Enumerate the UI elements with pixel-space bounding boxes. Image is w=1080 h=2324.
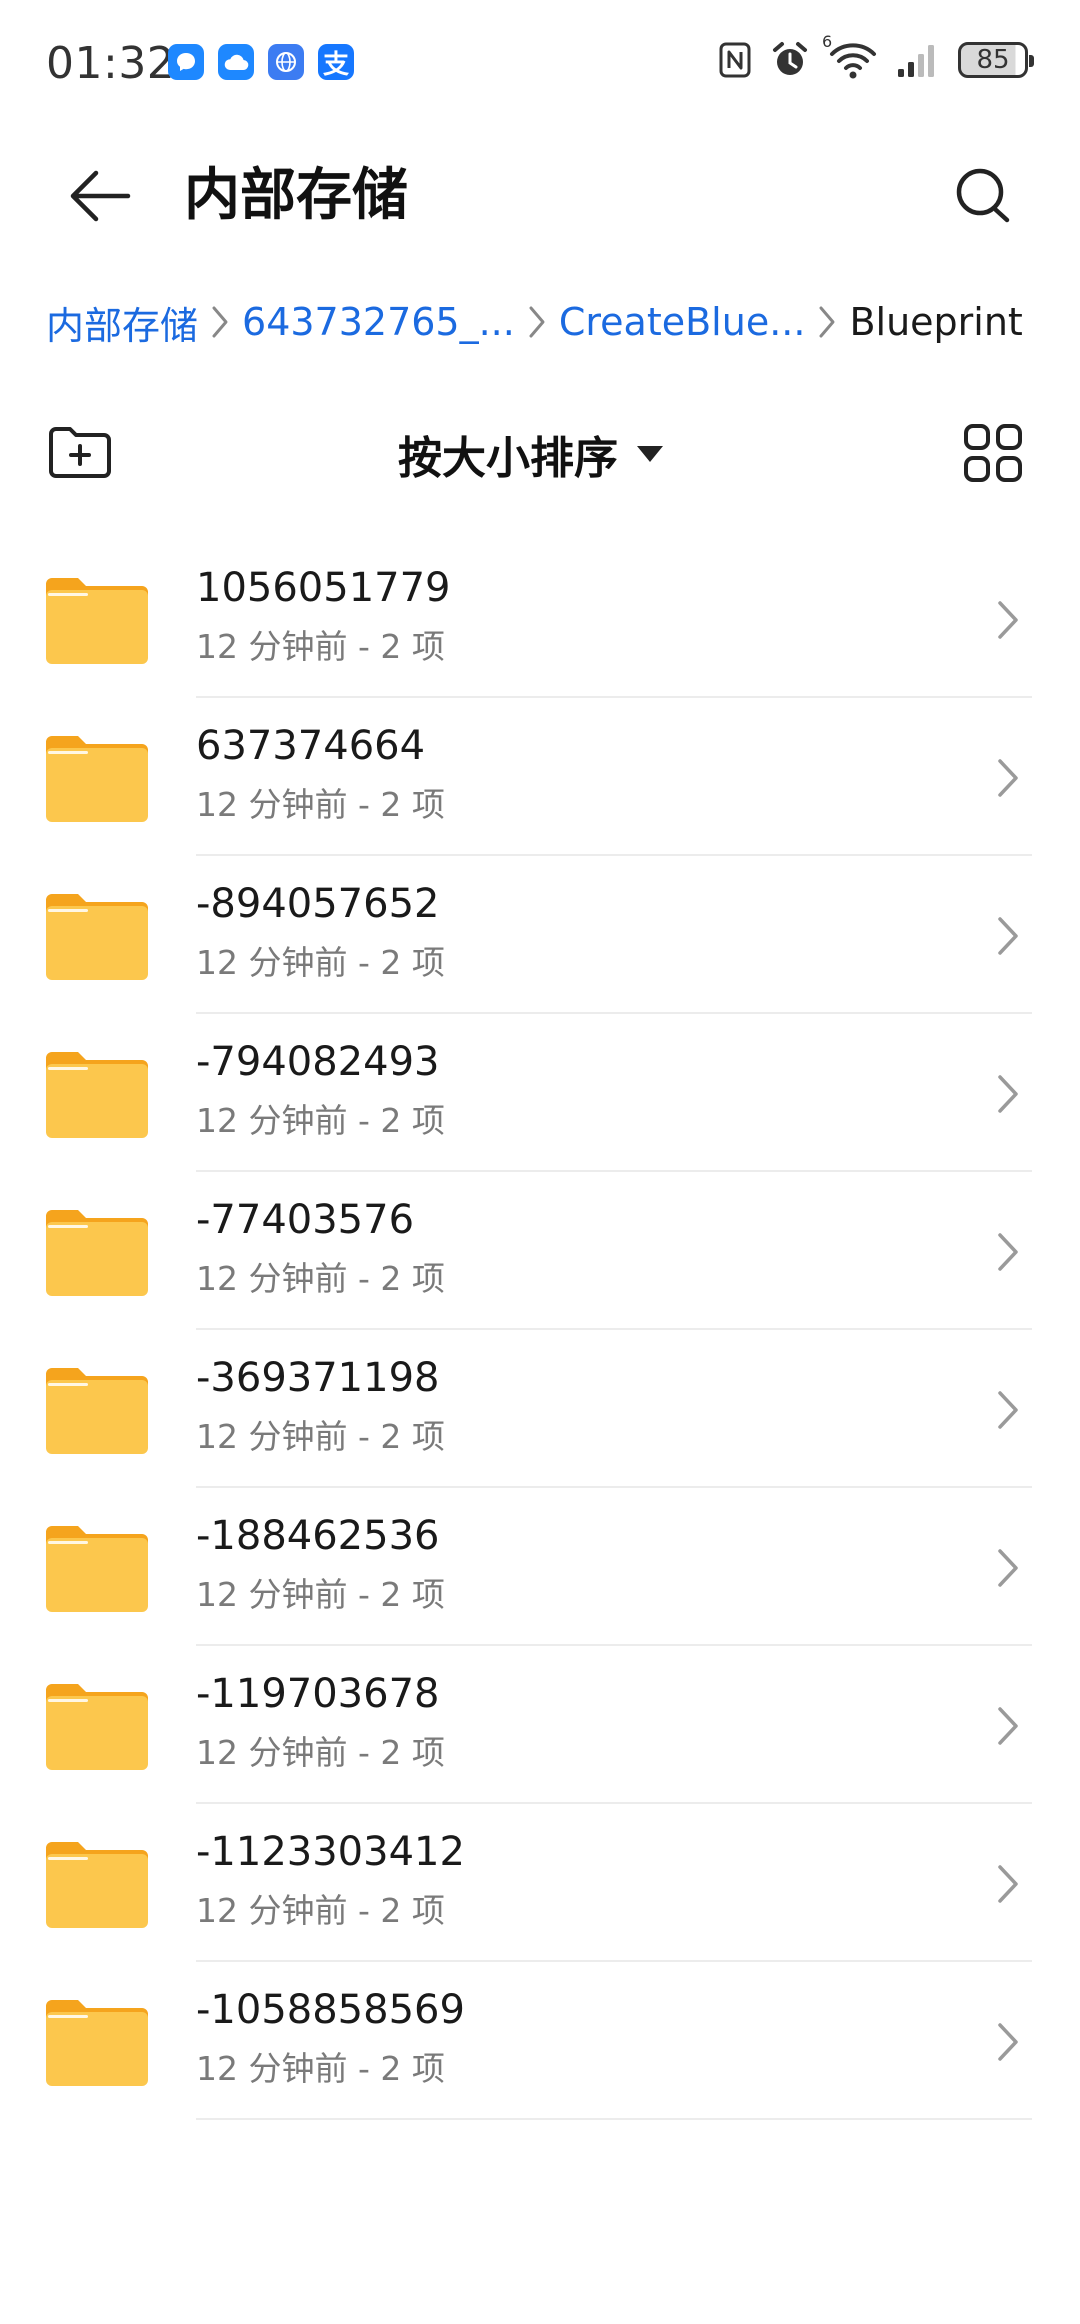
chevron-right-icon [515, 302, 559, 342]
folder-name: -1123303412 [196, 1829, 465, 1875]
chevron-right-icon [988, 1860, 1028, 1908]
chevron-right-icon [988, 1070, 1028, 1118]
list-item[interactable]: -1123303412 12 分钟前 - 2 项 [0, 1804, 1080, 1962]
toolbar: 按大小排序 [0, 410, 1080, 500]
folder-name: 637374664 [196, 723, 426, 769]
status-time: 01:32 [46, 38, 176, 89]
search-icon [956, 168, 1010, 223]
wifi-icon: 6 [822, 32, 878, 80]
chevron-right-icon [988, 754, 1028, 802]
signal-icon [898, 45, 934, 77]
chevron-right-icon [805, 302, 849, 342]
notification-icons: 支 [168, 44, 354, 80]
list-item[interactable]: 1056051779 12 分钟前 - 2 项 [0, 540, 1080, 698]
breadcrumb-item-current: Blueprint [849, 300, 1023, 344]
folder-meta: 12 分钟前 - 2 项 [196, 1259, 445, 1298]
folder-meta: 12 分钟前 - 2 项 [196, 785, 445, 824]
battery-level: 85 [976, 45, 1010, 75]
chevron-right-icon [988, 1386, 1028, 1434]
folder-meta: 12 分钟前 - 2 项 [196, 1101, 445, 1140]
message-icon [168, 44, 204, 80]
back-button[interactable] [60, 160, 140, 232]
folder-icon [46, 1368, 148, 1454]
alipay-icon: 支 [318, 44, 354, 80]
folder-meta: 12 分钟前 - 2 项 [196, 943, 445, 982]
folder-name: -188462536 [196, 1513, 440, 1559]
breadcrumb-item-internal-storage[interactable]: 内部存储 [46, 295, 198, 350]
folder-name: -1058858569 [196, 1987, 465, 2033]
page-title: 内部存储 [184, 163, 408, 228]
breadcrumb-item-user-folder[interactable]: 643732765_... [242, 300, 515, 344]
folder-name: -369371198 [196, 1355, 440, 1401]
caret-down-icon [637, 446, 663, 462]
browser-icon [268, 44, 304, 80]
chevron-right-icon [988, 2018, 1028, 2066]
list-item[interactable]: -1058858569 12 分钟前 - 2 项 [0, 1962, 1080, 2120]
chevron-right-icon [988, 596, 1028, 644]
chevron-right-icon [988, 1228, 1028, 1276]
folder-icon [46, 736, 148, 822]
folder-meta: 12 分钟前 - 2 项 [196, 1575, 445, 1614]
folder-meta: 12 分钟前 - 2 项 [196, 2049, 445, 2088]
folder-name: 1056051779 [196, 565, 451, 611]
folder-icon [46, 894, 148, 980]
arrow-left-icon [70, 170, 131, 222]
list-item[interactable]: -369371198 12 分钟前 - 2 项 [0, 1330, 1080, 1488]
alipay-glyph: 支 [322, 49, 349, 80]
grid-view-icon [964, 424, 1022, 482]
list-item[interactable]: -119703678 12 分钟前 - 2 项 [0, 1646, 1080, 1804]
list-item[interactable]: -894057652 12 分钟前 - 2 项 [0, 856, 1080, 1014]
chevron-right-icon [988, 1544, 1028, 1592]
status-bar: 01:32 支 6 85 [0, 0, 1080, 128]
system-status-icons: 6 85 [718, 32, 1034, 80]
sort-label: 按大小排序 [398, 433, 618, 484]
battery-indicator: 85 [958, 42, 1034, 78]
chevron-right-icon [988, 1702, 1028, 1750]
list-item[interactable]: -794082493 12 分钟前 - 2 项 [0, 1014, 1080, 1172]
list-item[interactable]: -77403576 12 分钟前 - 2 项 [0, 1172, 1080, 1330]
sort-dropdown[interactable]: 按大小排序 [398, 418, 664, 490]
folder-list: 1056051779 12 分钟前 - 2 项 637374664 12 分钟前… [0, 540, 1080, 2120]
folder-icon [46, 1210, 148, 1296]
list-item[interactable]: 637374664 12 分钟前 - 2 项 [0, 698, 1080, 856]
folder-name: -894057652 [196, 881, 440, 927]
chevron-right-icon [988, 912, 1028, 960]
new-folder-icon [49, 427, 111, 478]
folder-meta: 12 分钟前 - 2 项 [196, 1891, 445, 1930]
folder-meta: 12 分钟前 - 2 项 [196, 627, 445, 666]
folder-icon [46, 1842, 148, 1928]
folder-icon [46, 1684, 148, 1770]
folder-icon [46, 578, 148, 664]
folder-icon [46, 1526, 148, 1612]
cloud-icon [218, 44, 254, 80]
folder-meta: 12 分钟前 - 2 项 [196, 1733, 445, 1772]
grid-view-button[interactable] [958, 418, 1028, 488]
title-bar: 内部存储 [0, 140, 1080, 250]
row-divider [196, 2118, 1032, 2120]
folder-icon [46, 2000, 148, 2086]
search-button[interactable] [944, 156, 1024, 236]
new-folder-button[interactable] [46, 420, 114, 484]
breadcrumb: 内部存储 643732765_... CreateBlue... Bluepri… [46, 290, 1046, 354]
folder-meta: 12 分钟前 - 2 项 [196, 1417, 445, 1456]
folder-name: -119703678 [196, 1671, 440, 1717]
folder-name: -77403576 [196, 1197, 415, 1243]
network-label: 6 [822, 32, 833, 51]
chevron-right-icon [198, 302, 242, 342]
breadcrumb-item-createblueprint[interactable]: CreateBlue... [559, 300, 806, 344]
list-item[interactable]: -188462536 12 分钟前 - 2 项 [0, 1488, 1080, 1646]
nfc-icon [719, 42, 751, 78]
folder-name: -794082493 [196, 1039, 440, 1085]
folder-icon [46, 1052, 148, 1138]
alarm-icon [773, 42, 807, 75]
